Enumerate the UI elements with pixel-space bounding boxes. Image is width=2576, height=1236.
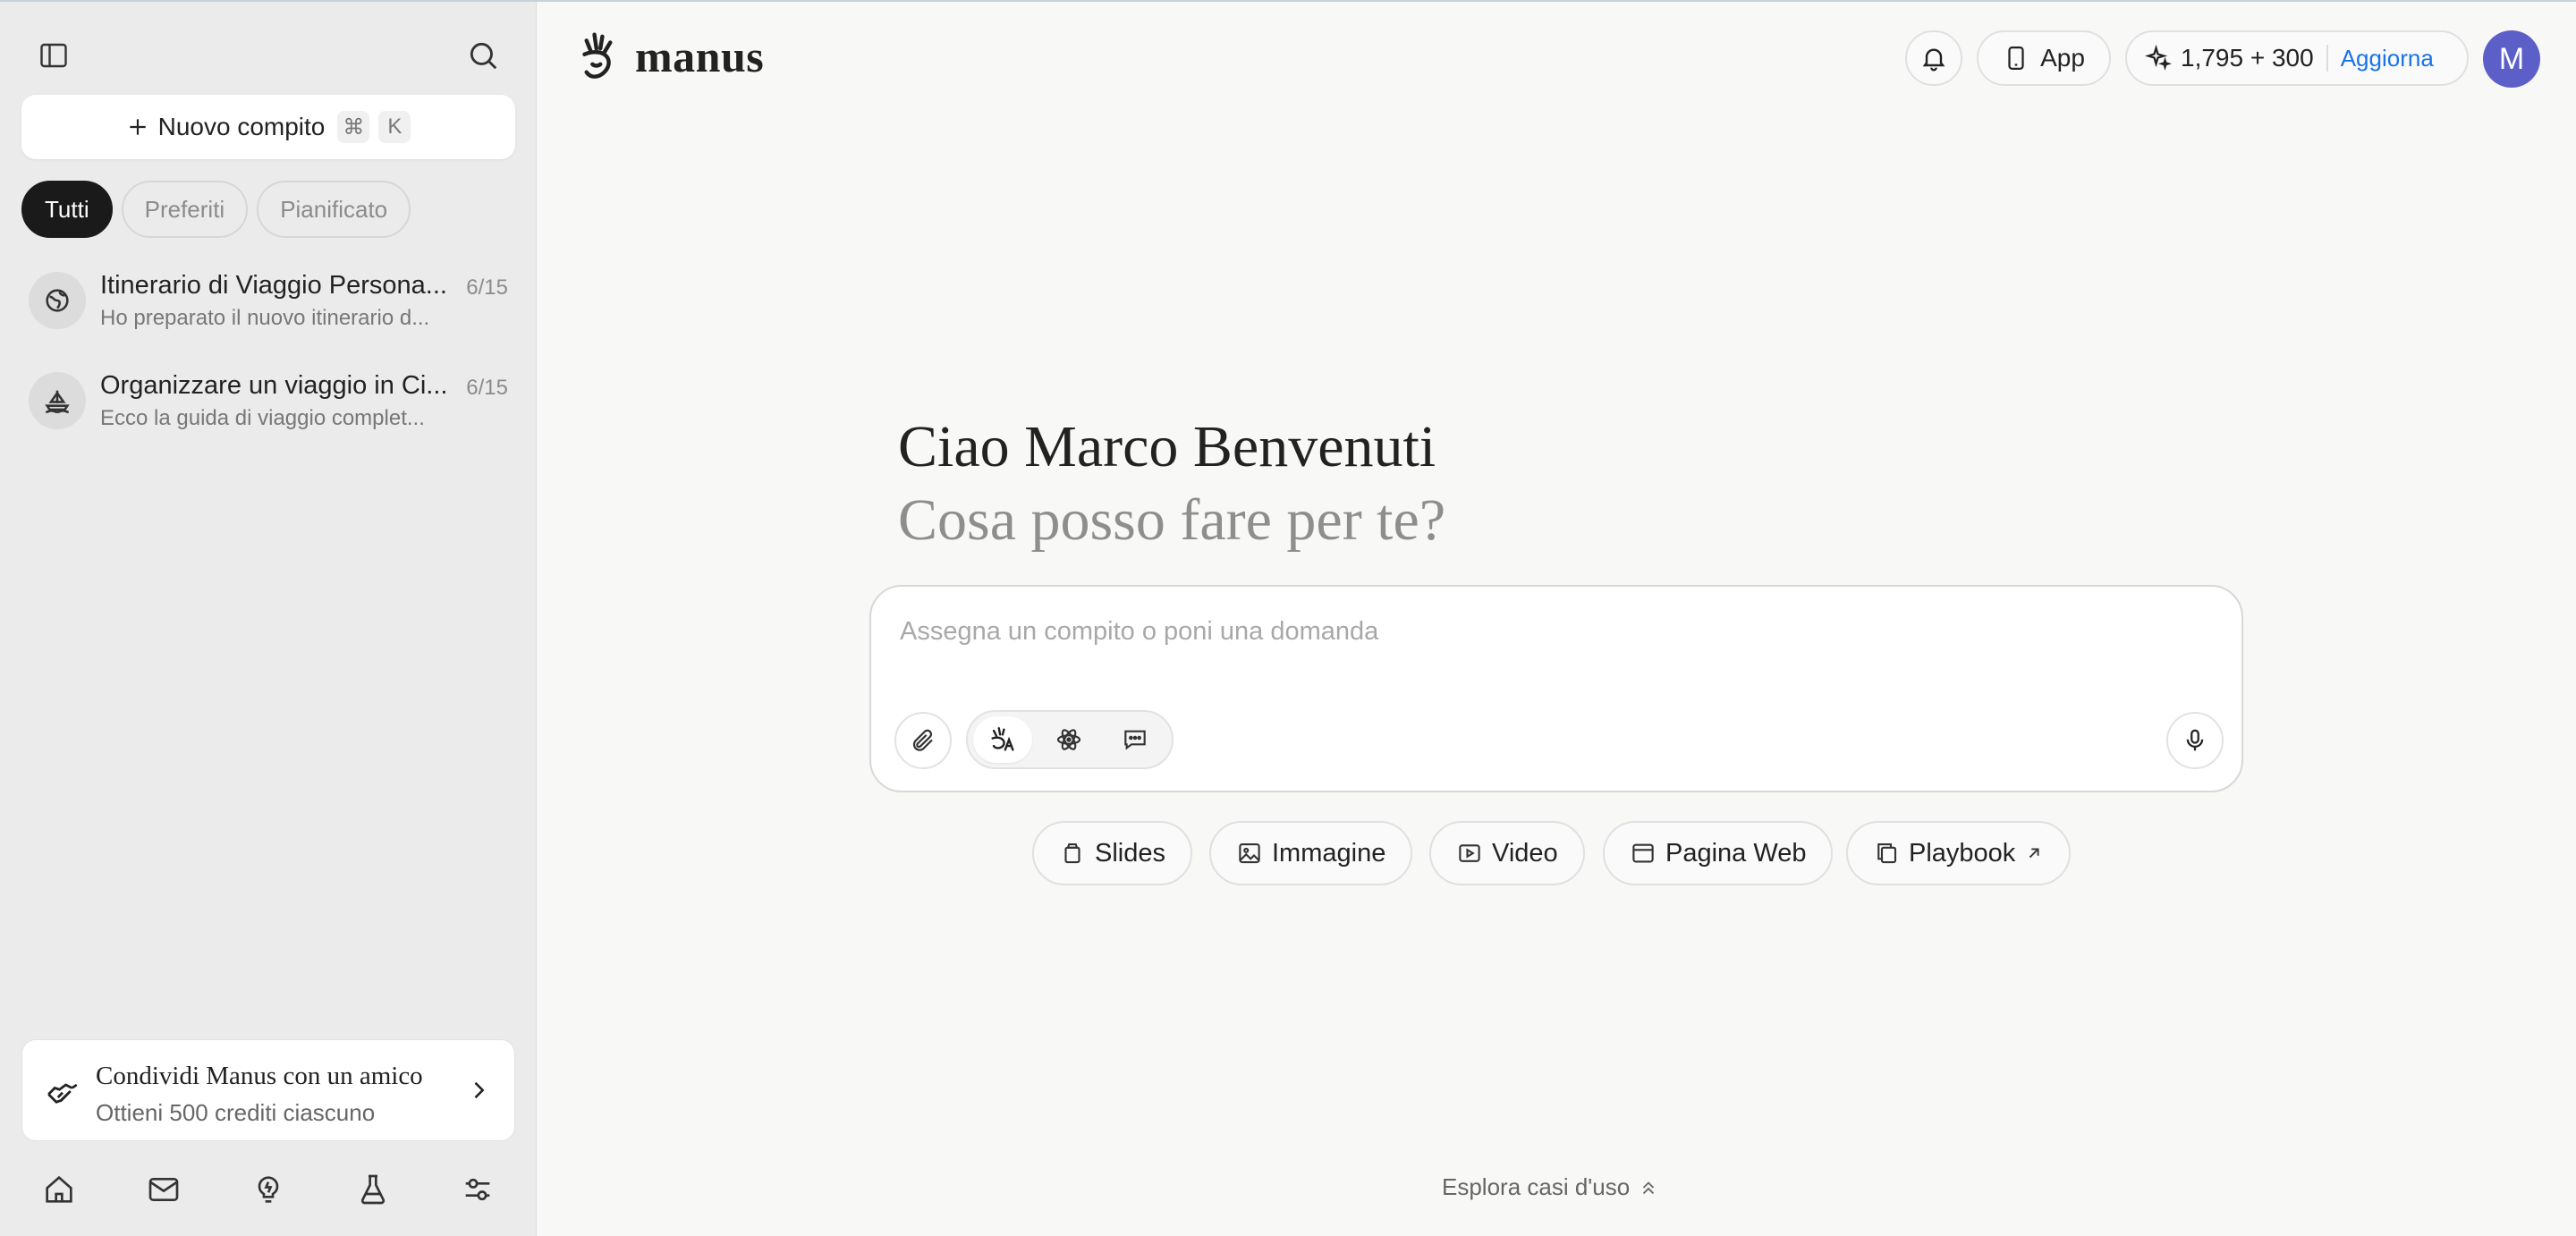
quick-action-label: Immagine xyxy=(1272,838,1386,868)
microphone-icon xyxy=(2186,729,2204,751)
slides-icon xyxy=(1064,842,1080,864)
sidebar-bottom-nav xyxy=(21,1164,515,1218)
credits-balance: 1,795 + 300 xyxy=(2181,44,2314,72)
manus-hand-icon xyxy=(582,32,613,79)
task-date: 6/15 xyxy=(466,275,508,300)
chevrons-up-icon xyxy=(1643,1181,1655,1194)
mode-research[interactable] xyxy=(1039,716,1098,763)
image-icon xyxy=(1239,842,1260,864)
mode-chat[interactable] xyxy=(1106,716,1165,763)
video-icon xyxy=(1459,844,1480,862)
share-title: Condividi Manus con un amico xyxy=(96,1062,423,1090)
plus-icon xyxy=(129,119,146,135)
bell-icon xyxy=(1922,48,1945,72)
shortcut-k-key: K xyxy=(378,111,411,143)
sparkle-icon xyxy=(2145,45,2172,71)
quick-action-image[interactable]: Immagine xyxy=(1209,821,1413,885)
task-date: 6/15 xyxy=(466,376,508,400)
user-avatar[interactable]: M xyxy=(2483,30,2540,88)
task-avatar xyxy=(29,372,86,429)
quick-action-label: Playbook xyxy=(1909,838,2016,868)
ship-icon xyxy=(45,390,70,414)
home-icon xyxy=(46,1175,72,1203)
mode-agent[interactable] xyxy=(973,716,1032,763)
attach-button[interactable] xyxy=(894,712,952,769)
filter-favorites[interactable]: Preferiti xyxy=(121,181,249,238)
chevron-right-icon xyxy=(474,1081,485,1099)
chat-bubble-icon xyxy=(1124,730,1146,750)
task-title: Itinerario di Viaggio Persona... xyxy=(100,270,447,300)
mode-selector xyxy=(966,710,1174,769)
browser-window-icon xyxy=(1632,843,1654,863)
phone-icon xyxy=(2008,47,2024,70)
filter-scheduled[interactable]: Pianificato xyxy=(257,181,411,238)
share-subtitle: Ottieni 500 crediti ciascuno xyxy=(96,1099,376,1126)
filter-all[interactable]: Tutti xyxy=(21,181,113,238)
quick-action-label: Pagina Web xyxy=(1665,838,1807,868)
search-button[interactable] xyxy=(456,29,510,82)
globe-icon xyxy=(46,289,69,312)
explore-label: Esplora casi d'uso xyxy=(1442,1173,1631,1200)
mail-button[interactable] xyxy=(146,1172,182,1212)
mail-icon xyxy=(148,1177,179,1201)
task-filters: Tutti Preferiti Pianificato xyxy=(21,181,411,238)
shortcut-cmd-key: ⌘ xyxy=(337,111,370,143)
lightbulb-icon xyxy=(258,1175,279,1203)
lab-button[interactable] xyxy=(355,1172,391,1212)
task-title: Organizzare un viaggio in Ci... xyxy=(100,370,448,400)
quick-action-label: Slides xyxy=(1095,838,1165,868)
manus-logo[interactable]: manus xyxy=(574,29,764,84)
upgrade-link[interactable]: Aggiorna xyxy=(2341,45,2434,72)
sidebar: Nuovo compito ⌘ K Tutti Preferiti Pianif… xyxy=(0,2,537,1236)
flask-icon xyxy=(360,1174,386,1204)
sidebar-panel-icon xyxy=(40,43,67,68)
app-label: App xyxy=(2040,44,2085,72)
greeting-title: Ciao Marco Benvenuti xyxy=(898,414,1436,479)
task-input[interactable] xyxy=(900,606,2206,656)
app-download-button[interactable]: App xyxy=(1977,30,2111,86)
task-item[interactable]: Organizzare un viaggio in Ci... Ecco la … xyxy=(21,358,515,444)
quick-action-playbook[interactable]: Playbook xyxy=(1846,821,2072,885)
settings-button[interactable] xyxy=(460,1172,496,1212)
explore-use-cases-link[interactable]: Esplora casi d'uso xyxy=(1442,1173,1658,1201)
quick-action-slides[interactable]: Slides xyxy=(1032,821,1192,885)
sliders-icon xyxy=(465,1178,490,1200)
atom-icon xyxy=(1056,729,1081,750)
credits-pill[interactable]: 1,795 + 300 Aggiorna xyxy=(2125,30,2469,86)
home-button[interactable] xyxy=(41,1172,77,1212)
logo-text: manus xyxy=(635,31,765,81)
task-composer xyxy=(869,585,2243,792)
share-invite-card[interactable]: Condividi Manus con un amico Ottieni 500… xyxy=(21,1039,515,1141)
new-task-button[interactable]: Nuovo compito ⌘ K xyxy=(21,95,515,159)
playbook-icon xyxy=(1877,842,1897,864)
agent-hand-icon xyxy=(991,727,1014,751)
task-preview: Ecco la guida di viaggio complet... xyxy=(100,405,425,430)
ideas-button[interactable] xyxy=(250,1172,286,1212)
greeting-question: Cosa posso fare per te? xyxy=(898,487,1446,553)
divider xyxy=(2326,45,2328,72)
handshake-icon xyxy=(47,1083,78,1104)
task-avatar xyxy=(29,272,86,329)
notifications-button[interactable] xyxy=(1905,30,1962,86)
quick-action-video[interactable]: Video xyxy=(1429,821,1585,885)
quick-action-label: Video xyxy=(1492,838,1558,868)
external-arrow-icon xyxy=(2029,848,2039,859)
search-icon xyxy=(470,42,497,70)
task-preview: Ho preparato il nuovo itinerario d... xyxy=(100,305,430,330)
paperclip-icon xyxy=(912,729,933,751)
voice-input-button[interactable] xyxy=(2166,712,2224,769)
new-task-label: Nuovo compito xyxy=(157,113,326,140)
toggle-sidebar-button[interactable] xyxy=(27,29,80,82)
task-item[interactable]: Itinerario di Viaggio Persona... Ho prep… xyxy=(21,258,515,343)
quick-action-webpage[interactable]: Pagina Web xyxy=(1603,821,1834,885)
